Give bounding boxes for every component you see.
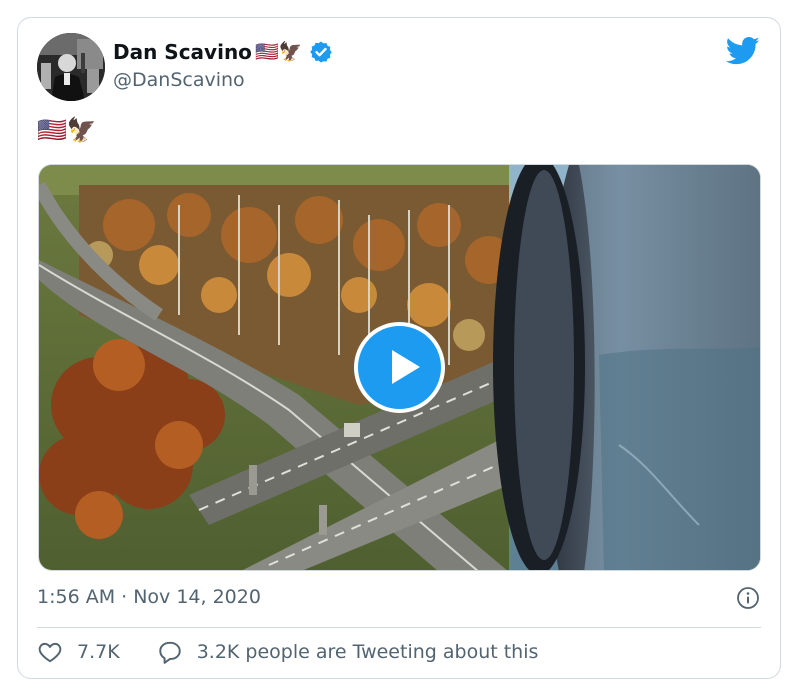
author-name-row[interactable]: Dan Scavino 🇺🇸🦅 — [113, 39, 333, 65]
heart-icon — [38, 642, 62, 663]
tweet-text: 🇺🇸🦅 — [37, 116, 97, 144]
video-player[interactable] — [38, 164, 761, 571]
author-display-name[interactable]: Dan Scavino — [113, 39, 252, 65]
info-icon[interactable] — [736, 586, 760, 610]
speech-bubble-icon — [158, 641, 181, 664]
author-handle[interactable]: @DanScavino — [113, 68, 245, 92]
author-name-emoji: 🇺🇸🦅 — [254, 41, 303, 63]
conversation-text: 3.2K people are Tweeting about this — [196, 641, 539, 663]
play-icon — [392, 350, 420, 384]
conversation-link[interactable]: 3.2K people are Tweeting about this — [157, 639, 539, 665]
avatar[interactable] — [37, 33, 105, 101]
like-count: 7.7K — [77, 641, 120, 663]
verified-badge-icon — [310, 41, 333, 63]
twitter-bird-icon[interactable] — [726, 36, 760, 66]
like-button[interactable]: 7.7K — [37, 639, 120, 665]
action-bar: 7.7K 3.2K people are Tweeting about this — [37, 639, 538, 665]
tweet-card[interactable]: Dan Scavino 🇺🇸🦅 @DanScavino 🇺🇸🦅 1:56 AM … — [17, 17, 781, 679]
divider — [37, 627, 761, 628]
tweet-timestamp[interactable]: 1:56 AM · Nov 14, 2020 — [37, 584, 261, 610]
play-button[interactable] — [354, 322, 445, 413]
